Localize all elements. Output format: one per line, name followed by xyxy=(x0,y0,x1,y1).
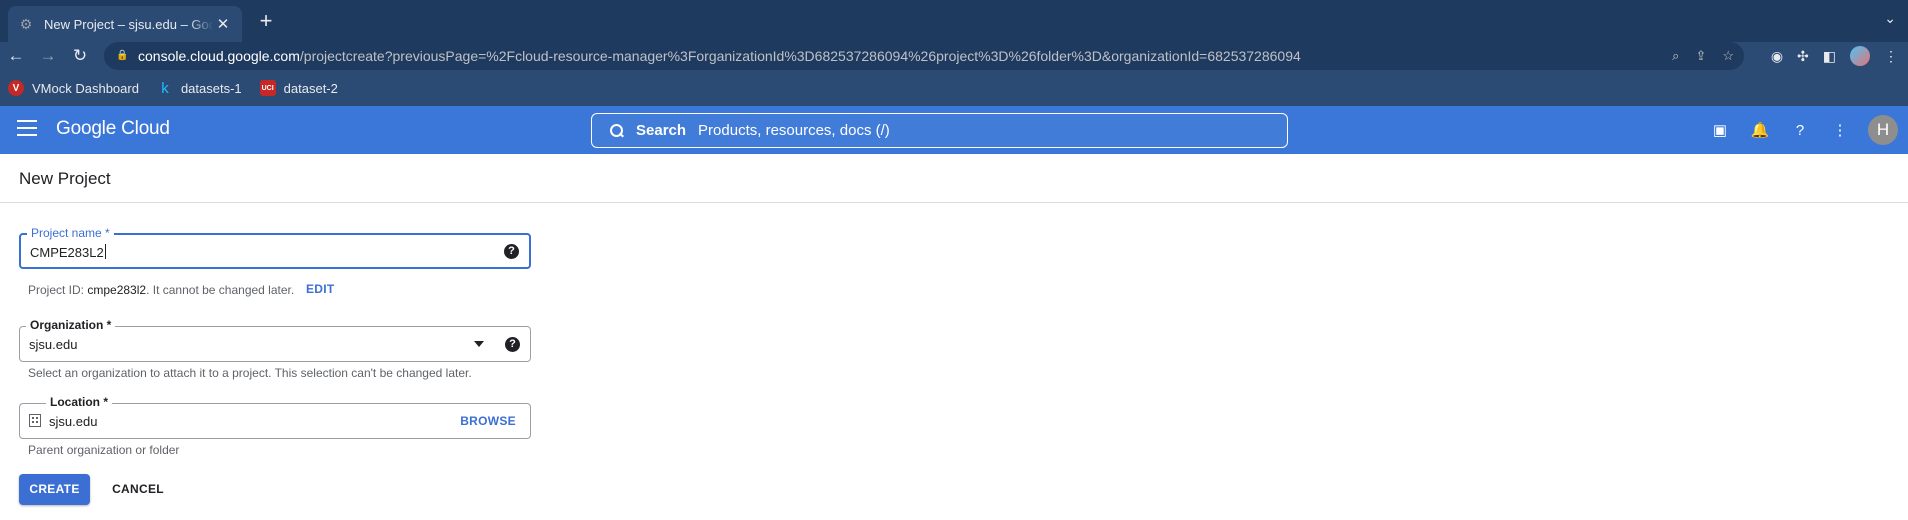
bookmark-label: dataset-2 xyxy=(283,80,338,96)
kaggle-icon: k xyxy=(161,79,169,97)
help-icon[interactable]: ? xyxy=(1780,122,1820,139)
dropdown-arrow-icon[interactable] xyxy=(474,341,484,347)
organization-hint: Select an organization to attach it to a… xyxy=(28,366,472,380)
google-cloud-logo[interactable]: Google Cloud xyxy=(56,118,170,140)
camera-icon[interactable]: ◉ xyxy=(1771,48,1783,65)
page-title: New Project xyxy=(19,169,111,188)
browser-toolbar: ← → ↻ 🔒 console.cloud.google.com /projec… xyxy=(0,42,1908,70)
bookmark-label: datasets-1 xyxy=(180,80,242,96)
reload-icon[interactable]: ↻ xyxy=(68,44,92,68)
avatar[interactable]: H xyxy=(1868,115,1898,145)
organization-value: sjsu.edu xyxy=(29,337,78,352)
search-placeholder: Products, resources, docs (/) xyxy=(698,122,890,139)
share-icon[interactable]: ⇪ xyxy=(1695,48,1706,64)
project-name-label: Project name * xyxy=(27,226,114,240)
browse-button[interactable]: BROWSE xyxy=(460,414,516,428)
bookmark-datasets-1[interactable]: k datasets-1 xyxy=(157,79,242,97)
building-icon xyxy=(29,414,41,427)
search-label: Search xyxy=(636,122,687,139)
lock-icon: 🔒 xyxy=(116,50,129,61)
chevron-down-icon[interactable]: ⌄ xyxy=(1884,10,1896,27)
tab-title: New Project – sjsu.edu – Google Cloud co… xyxy=(44,16,214,32)
url-host: console.cloud.google.com xyxy=(138,48,300,64)
search-icon xyxy=(610,123,624,138)
close-icon[interactable]: ✕ xyxy=(214,15,232,33)
location-hint: Parent organization or folder xyxy=(28,443,180,457)
bookmarks-bar: V VMock Dashboard k datasets-1 UCI datas… xyxy=(0,70,1908,106)
gear-icon: ⚙ xyxy=(19,15,33,32)
create-button[interactable]: CREATE xyxy=(19,474,90,505)
browser-tab[interactable]: ⚙ New Project – sjsu.edu – Google Cloud … xyxy=(8,6,242,42)
puzzle-icon[interactable]: ✣ xyxy=(1797,48,1809,65)
bookmark-dataset-2[interactable]: UCI dataset-2 xyxy=(259,80,338,96)
vmock-icon: V xyxy=(8,80,24,96)
project-id-text: Project ID: cmpe283l2. It cannot be chan… xyxy=(28,283,295,297)
more-vert-icon[interactable]: ⋮ xyxy=(1884,48,1898,65)
location-value: sjsu.edu xyxy=(49,414,98,429)
bell-icon[interactable]: 🔔 xyxy=(1740,121,1780,139)
menu-icon[interactable] xyxy=(17,120,37,138)
side-panel-icon[interactable]: ◧ xyxy=(1823,48,1836,65)
zoom-icon[interactable]: ⌕ xyxy=(1672,48,1679,64)
cancel-button[interactable]: CANCEL xyxy=(108,474,168,505)
cloud-shell-icon[interactable]: ▣ xyxy=(1700,121,1740,139)
forward-arrow-icon[interactable]: → xyxy=(36,44,60,68)
address-bar[interactable]: 🔒 console.cloud.google.com /projectcreat… xyxy=(104,42,1744,70)
help-icon[interactable]: ? xyxy=(504,244,519,259)
organization-label: Organization * xyxy=(26,318,116,332)
project-name-field[interactable]: Project name * CMPE283L2 ? xyxy=(19,226,531,269)
console-header: Google Cloud Search Products, resources,… xyxy=(0,106,1908,154)
profile-avatar[interactable] xyxy=(1850,46,1870,66)
bookmark-vmock[interactable]: V VMock Dashboard xyxy=(8,80,139,96)
project-name-value: CMPE283L2 xyxy=(30,244,106,260)
organization-select[interactable]: Organization * sjsu.edu ? xyxy=(19,318,531,362)
more-vert-icon[interactable]: ⋮ xyxy=(1820,121,1860,139)
bookmark-label: VMock Dashboard xyxy=(32,80,139,96)
new-tab-button[interactable]: + xyxy=(253,8,279,34)
browser-tab-strip: ⚙ New Project – sjsu.edu – Google Cloud … xyxy=(0,0,1908,42)
help-icon[interactable]: ? xyxy=(505,337,520,352)
location-label: Location * xyxy=(46,395,113,409)
search-input[interactable]: Search Products, resources, docs (/) xyxy=(591,113,1288,148)
uci-icon: UCI xyxy=(259,80,276,96)
page-title-bar: New Project xyxy=(0,154,1908,203)
edit-project-id-button[interactable]: EDIT xyxy=(306,282,335,296)
back-arrow-icon[interactable]: ← xyxy=(4,44,28,68)
url-path: /projectcreate?previousPage=%2Fcloud-res… xyxy=(299,48,1301,64)
location-field[interactable]: Location * sjsu.edu BROWSE xyxy=(19,395,531,439)
star-icon[interactable]: ☆ xyxy=(1722,48,1734,64)
